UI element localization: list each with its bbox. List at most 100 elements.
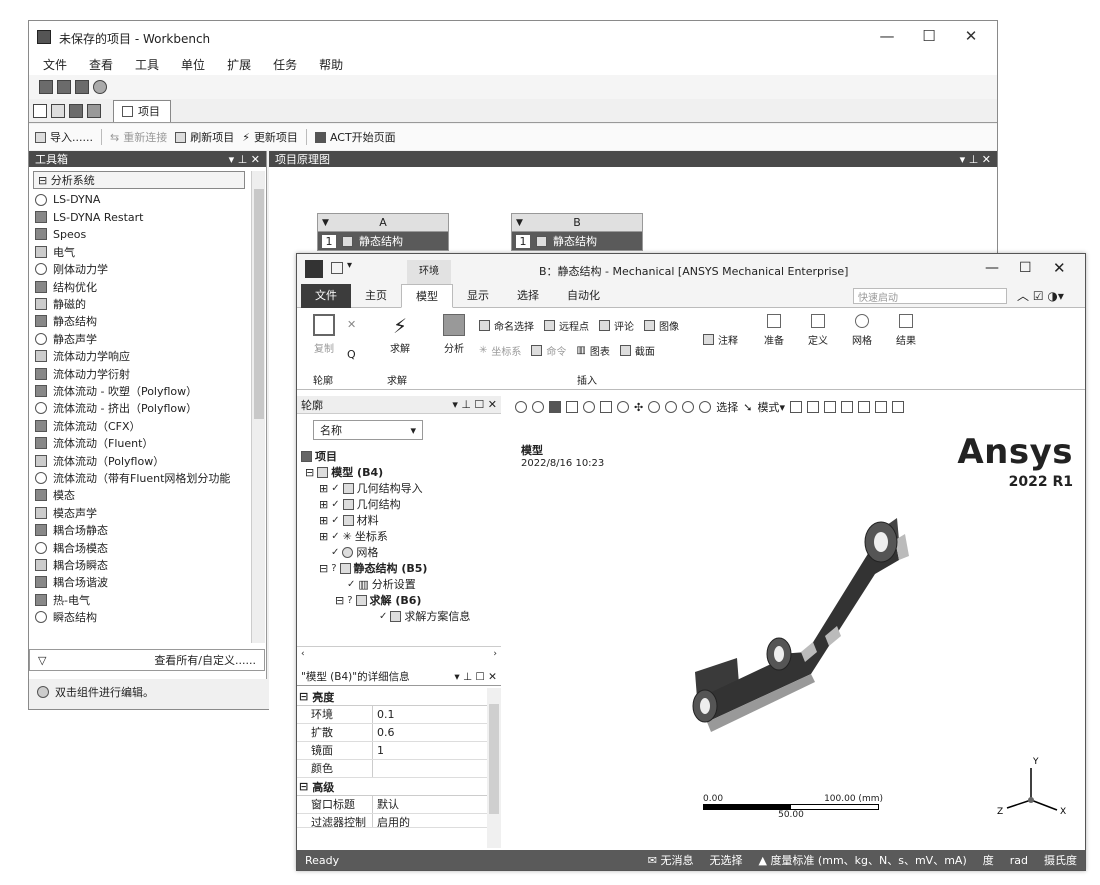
collapse-icon[interactable]: ⊟: [299, 780, 308, 793]
refresh-project-button[interactable]: 刷新项目: [175, 129, 234, 145]
menu-view[interactable]: 查看: [89, 56, 113, 73]
toolbox-item[interactable]: 静态结构: [35, 313, 257, 330]
details-scrollbar[interactable]: [487, 688, 501, 848]
panel-controls[interactable]: ▾ ⊥ ✕: [960, 153, 991, 166]
comment-button[interactable]: 评论: [599, 318, 634, 333]
system-block-a[interactable]: ▼ A 1 静态结构: [317, 213, 449, 251]
toolbox-item[interactable]: 刚体动力学: [35, 261, 257, 278]
command-button[interactable]: 命令: [531, 343, 566, 358]
tree-node-analysis-settings[interactable]: ✓ ▥ 分析设置: [301, 576, 501, 592]
details-row[interactable]: 过滤器控制 启用的: [297, 814, 487, 828]
toolbox-item[interactable]: LS-DYNA Restart: [35, 208, 257, 225]
angle-unit-rad[interactable]: rad: [1010, 854, 1028, 867]
act-start-page-button[interactable]: ACT开始页面: [314, 129, 396, 145]
toolbox-item[interactable]: 电气: [35, 243, 257, 260]
details-row[interactable]: 窗口标题 默认: [297, 796, 487, 814]
toolbox-item[interactable]: 静磁的: [35, 295, 257, 312]
toolbox-item[interactable]: Speos: [35, 226, 257, 243]
property-value[interactable]: 默认: [373, 796, 399, 813]
face-icon[interactable]: [840, 401, 853, 413]
named-selection-button[interactable]: 命名选择: [479, 318, 534, 333]
vertex-icon[interactable]: [806, 401, 819, 413]
panel-controls[interactable]: ▾ ⊥ ✕: [229, 153, 260, 166]
analysis-button[interactable]: 分析: [437, 314, 471, 355]
panel-controls[interactable]: ▾ ⊥ ☐ ✕: [452, 398, 497, 411]
body-icon[interactable]: [857, 401, 870, 413]
chart-button[interactable]: ▥ 图表: [576, 343, 609, 358]
toolbox-item[interactable]: 模态声学: [35, 504, 257, 521]
graphics-viewport[interactable]: 模型 2022/8/16 10:23 Ansys 2022 R1 0.00 10…: [507, 422, 1085, 850]
zoom-out-icon[interactable]: [532, 401, 544, 413]
system-block-b[interactable]: ▼ B 1 静态结构: [511, 213, 643, 251]
scroll-right-icon[interactable]: ›: [493, 649, 497, 659]
annotation-button[interactable]: 注释: [703, 332, 738, 347]
toolbox-item[interactable]: 耦合场谐波: [35, 574, 257, 591]
expand-icon[interactable]: ⊞: [319, 514, 328, 527]
property-value[interactable]: 启用的: [373, 814, 410, 827]
collapse-icon[interactable]: ⊟: [319, 562, 328, 575]
reconnect-button[interactable]: ⇆ 重新连接: [110, 129, 167, 145]
quick-launch-input[interactable]: 快速启动: [853, 288, 1007, 304]
messages-indicator[interactable]: ✉ 无消息: [648, 852, 694, 868]
collapse-icon[interactable]: ⊟: [305, 466, 314, 479]
mode-dropdown[interactable]: 模式▾: [757, 399, 785, 415]
qat-dropdown-icon[interactable]: ▾: [347, 260, 352, 271]
section-button[interactable]: 截面: [619, 343, 655, 358]
tab-file[interactable]: 文件: [301, 283, 351, 308]
zoom-icon[interactable]: [648, 401, 661, 413]
zoom-in-icon[interactable]: [515, 401, 527, 413]
scroll-thumb[interactable]: [489, 704, 499, 814]
toolbox-item[interactable]: 耦合场模态: [35, 539, 257, 556]
toolbox-item[interactable]: 流体流动 - 挤出（Polyflow）: [35, 400, 257, 417]
tree-node-geometry[interactable]: ⊞ ✓ 几何结构: [301, 496, 501, 512]
temperature-unit[interactable]: 摄氏度: [1044, 852, 1077, 868]
tree-node-project[interactable]: 项目: [301, 448, 501, 464]
menu-file[interactable]: 文件: [43, 56, 67, 73]
tree-node-materials[interactable]: ⊞ ✓ 材料: [301, 512, 501, 528]
toolbox-item[interactable]: 流体流动 - 吹塑（Polyflow）: [35, 382, 257, 399]
environment-context-tab[interactable]: 环境: [407, 260, 451, 284]
edge-icon[interactable]: [823, 401, 836, 413]
view-icon[interactable]: [600, 401, 612, 413]
element-icon[interactable]: [891, 401, 904, 413]
tree-node-static-structural[interactable]: ⊟? 静态结构 (B5): [301, 560, 501, 576]
unit-system[interactable]: ▲ 度量标准 (mm、kg、N、s、mV、mA): [758, 852, 966, 868]
property-value[interactable]: 0.1: [373, 706, 395, 723]
collapse-icon[interactable]: ⊟: [299, 690, 308, 703]
mesh-button[interactable]: 网格: [845, 314, 879, 347]
toolbox-item[interactable]: 耦合场静态: [35, 521, 257, 538]
prepare-button[interactable]: 准备: [757, 314, 791, 347]
remote-point-button[interactable]: 远程点: [544, 318, 589, 333]
tree-node-solution-info[interactable]: ✓ 求解方案信息: [301, 608, 501, 624]
expand-icon[interactable]: ⊞: [319, 530, 328, 543]
ribbon-options-icon[interactable]: ︿ ☑ ◑▾: [1017, 287, 1064, 304]
collapse-icon[interactable]: ⊟: [335, 594, 344, 607]
system-menu-arrow[interactable]: ▼: [322, 214, 329, 232]
details-group-brightness[interactable]: ⊟ 亮度: [297, 688, 487, 706]
close-button[interactable]: ✕: [951, 27, 991, 47]
cursor-icon[interactable]: ➘: [743, 401, 752, 414]
save-project-icon[interactable]: [75, 80, 89, 94]
select-label[interactable]: 选择: [716, 399, 738, 415]
system-menu-arrow[interactable]: ▼: [516, 214, 523, 232]
tree-node-solution[interactable]: ⊟? 求解 (B6): [301, 592, 501, 608]
axis-triad[interactable]: Y X Z: [993, 752, 1073, 832]
menu-tools[interactable]: 工具: [135, 56, 159, 73]
open-project-icon[interactable]: [57, 80, 71, 94]
node-icon[interactable]: [874, 401, 887, 413]
toolbox-item[interactable]: 流体流动（Polyflow）: [35, 452, 257, 469]
save-as-icon[interactable]: [87, 103, 101, 118]
define-button[interactable]: 定义: [801, 314, 835, 347]
coordinate-system-button[interactable]: ✳ 坐标系: [479, 343, 521, 358]
outline-name-filter[interactable]: 名称 ▾: [313, 420, 423, 440]
expand-icon[interactable]: ⊞: [319, 498, 328, 511]
new-project-icon[interactable]: [39, 80, 53, 94]
outline-horizontal-scrollbar[interactable]: ‹ ›: [297, 646, 501, 660]
refresh-view-icon[interactable]: [617, 401, 629, 413]
pan-icon[interactable]: ✣: [634, 401, 643, 414]
tree-node-coordinate-systems[interactable]: ⊞ ✓ ✳ 坐标系: [301, 528, 501, 544]
details-group-advanced[interactable]: ⊟ 高级: [297, 778, 487, 796]
tree-node-model[interactable]: ⊟ 模型 (B4): [301, 464, 501, 480]
toolbox-item[interactable]: 流体流动（Fluent）: [35, 434, 257, 451]
rotate-icon[interactable]: [583, 401, 595, 413]
